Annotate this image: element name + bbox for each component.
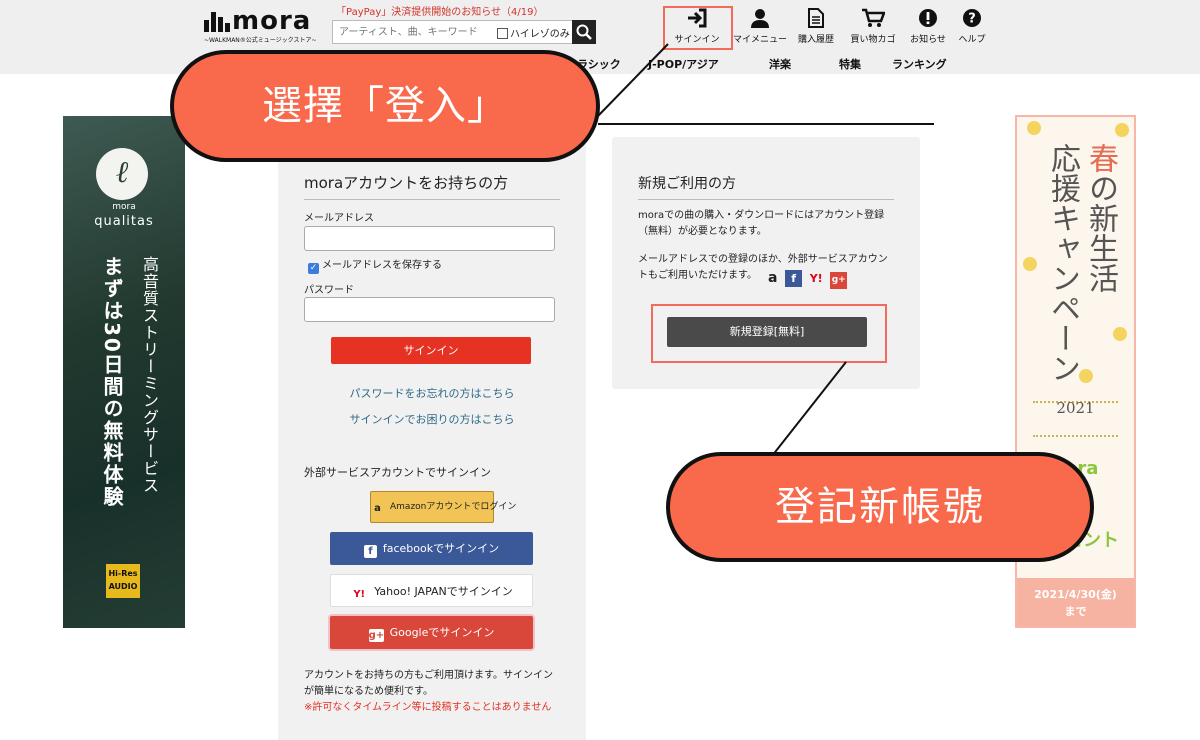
page: mora ~WALKMAN®公式ミュージックストア~ 「PayPay」決済提供開… <box>0 0 1200 740</box>
register-callout: 登記新帳號 <box>666 452 1094 562</box>
select-login-callout: 選擇「登入」 <box>170 50 600 162</box>
